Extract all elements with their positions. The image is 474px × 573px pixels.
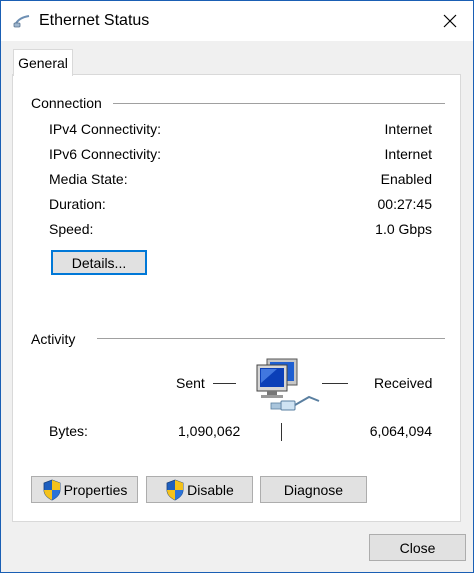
sent-label: Sent: [176, 375, 205, 391]
title-bar[interactable]: Ethernet Status: [1, 1, 473, 41]
sent-line: [213, 383, 236, 384]
bytes-sent-value: 1,090,062: [178, 423, 241, 439]
media-state-value: Enabled: [380, 171, 432, 187]
duration-value: 00:27:45: [377, 196, 433, 212]
ipv4-value: Internet: [384, 121, 432, 137]
bytes-separator: [281, 423, 282, 441]
ipv6-value: Internet: [384, 146, 432, 162]
uac-shield-icon: [42, 479, 62, 501]
close-icon[interactable]: [427, 1, 473, 41]
connection-heading: Connection: [31, 95, 102, 111]
activity-divider: [97, 338, 445, 339]
tab-general[interactable]: General: [13, 49, 73, 76]
ipv4-label: IPv4 Connectivity:: [49, 121, 162, 137]
disable-button[interactable]: Disable: [146, 476, 253, 503]
window-title: Ethernet Status: [39, 12, 150, 29]
ipv6-label: IPv6 Connectivity:: [49, 146, 162, 162]
properties-button[interactable]: Properties: [31, 476, 138, 503]
bytes-label: Bytes:: [49, 423, 88, 439]
network-computers-icon: [247, 353, 327, 419]
disable-label: Disable: [187, 481, 234, 498]
received-line: [322, 383, 348, 384]
ethernet-status-window: Ethernet Status General Connection IPv4 …: [0, 0, 474, 573]
close-button[interactable]: Close: [369, 534, 466, 561]
network-cable-icon: [13, 13, 31, 29]
duration-label: Duration:: [49, 196, 106, 212]
general-panel: Connection IPv4 Connectivity: Internet I…: [12, 74, 461, 522]
activity-heading: Activity: [31, 331, 76, 347]
speed-value: 1.0 Gbps: [375, 221, 432, 237]
media-state-label: Media State:: [49, 171, 128, 187]
speed-label: Speed:: [49, 221, 94, 237]
uac-shield-icon: [165, 479, 185, 501]
connection-divider: [113, 103, 445, 104]
diagnose-button[interactable]: Diagnose: [260, 476, 367, 503]
properties-label: Properties: [63, 481, 128, 498]
received-label: Received: [374, 375, 433, 391]
details-button[interactable]: Details...: [51, 250, 147, 275]
bytes-received-value: 6,064,094: [369, 423, 432, 439]
